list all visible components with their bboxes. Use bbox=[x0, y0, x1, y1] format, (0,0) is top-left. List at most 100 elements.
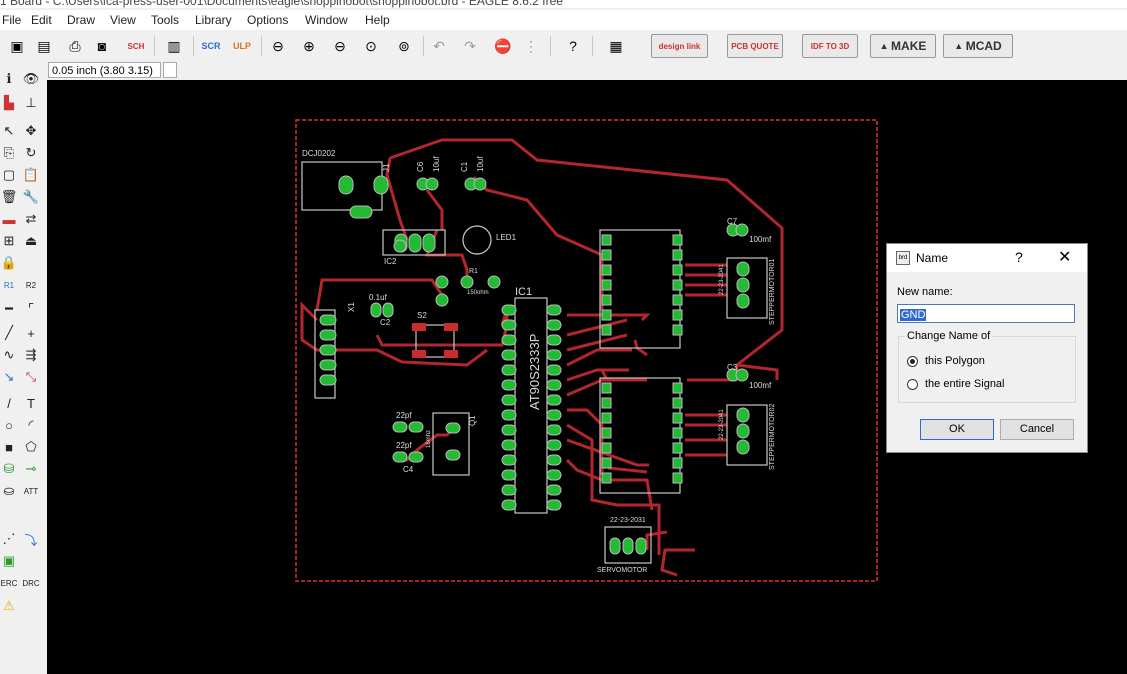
circle-icon[interactable]: ○ bbox=[0, 416, 18, 434]
cam-icon[interactable]: ◙ bbox=[91, 35, 113, 57]
via-icon[interactable]: ⛁ bbox=[0, 460, 18, 478]
label-c4-value: 22pf bbox=[396, 441, 412, 450]
replace-icon[interactable]: ⊞ bbox=[0, 232, 18, 250]
this-polygon-radio[interactable] bbox=[907, 356, 918, 367]
erc-icon[interactable]: ERC bbox=[0, 574, 18, 592]
attribute-icon[interactable]: ATT bbox=[22, 482, 40, 500]
display-icon[interactable]: ▙ bbox=[0, 94, 18, 112]
mcad-button[interactable]: ▲ MCAD bbox=[943, 34, 1013, 58]
rectangle-icon[interactable]: ■ bbox=[0, 438, 18, 456]
name-icon[interactable]: R1 bbox=[0, 276, 18, 294]
move-icon[interactable]: ✥ bbox=[22, 122, 40, 140]
line-icon[interactable]: / bbox=[0, 394, 18, 412]
q1-outline bbox=[432, 412, 470, 476]
label-c3-value: 100mf bbox=[749, 381, 772, 390]
dialog-help-button[interactable]: ? bbox=[1015, 249, 1023, 265]
zoom-previous-icon[interactable]: ⊚ bbox=[393, 35, 415, 57]
menu-view[interactable]: View bbox=[110, 13, 136, 27]
menu-options[interactable]: Options bbox=[247, 13, 288, 27]
select-icon[interactable]: ↖ bbox=[0, 122, 18, 140]
schematic-switch-icon[interactable]: SCH bbox=[125, 35, 147, 57]
mark-icon[interactable]: ⊥ bbox=[22, 94, 40, 112]
new-name-input[interactable]: GND bbox=[897, 304, 1075, 323]
traces bbox=[300, 138, 784, 577]
entire-signal-radio[interactable] bbox=[907, 379, 918, 390]
lock-icon[interactable]: ⏏ bbox=[22, 232, 40, 250]
menu-window[interactable]: Window bbox=[305, 13, 348, 27]
optimize-icon[interactable]: + bbox=[22, 324, 40, 342]
board-icon[interactable]: ▣ bbox=[0, 552, 18, 570]
label-stepper-connector-1: 22-23-2041 bbox=[719, 264, 725, 295]
label-servo-connector: 22-23-2031 bbox=[610, 517, 646, 524]
ulp-icon[interactable]: ULP bbox=[231, 35, 253, 57]
layer-settings-icon[interactable]: ▥ bbox=[163, 35, 185, 57]
group-icon[interactable]: ▢ bbox=[0, 166, 18, 184]
print-icon[interactable]: ⎙ bbox=[64, 35, 86, 57]
undo-icon[interactable]: ↶ bbox=[428, 35, 450, 57]
grid-settings-icon[interactable]: ▣ bbox=[6, 35, 28, 57]
label-q1: Q1 bbox=[468, 415, 477, 426]
delete-icon[interactable]: 🗑 bbox=[0, 188, 18, 206]
menu-library[interactable]: Library bbox=[195, 13, 232, 27]
idf-to-3d-button[interactable]: IDF TO 3D bbox=[802, 34, 858, 58]
autoroute-icon[interactable]: ⤡ bbox=[22, 368, 40, 386]
drc-icon[interactable]: DRC bbox=[22, 574, 40, 592]
arc-icon[interactable]: ⌜ bbox=[22, 300, 40, 318]
go-icon[interactable]: ⋮ bbox=[520, 35, 542, 57]
redo-icon[interactable]: ↷ bbox=[459, 35, 481, 57]
zoom-fit-icon[interactable]: ⊖ bbox=[267, 35, 289, 57]
menu-edit[interactable]: Edit bbox=[31, 13, 52, 27]
menu-tools[interactable]: Tools bbox=[151, 13, 179, 27]
ok-button[interactable]: OK bbox=[920, 419, 994, 440]
change-icon[interactable]: ⇄ bbox=[22, 210, 40, 228]
zoom-in-icon[interactable]: ⊕ bbox=[298, 35, 320, 57]
route-icon[interactable]: ⇶ bbox=[22, 346, 40, 364]
pcb-quote-button[interactable]: PCB QUOTE bbox=[727, 34, 783, 58]
meander-icon[interactable]: ∿ bbox=[0, 346, 18, 364]
help-icon[interactable]: ? bbox=[562, 35, 584, 57]
this-polygon-label: this Polygon bbox=[925, 355, 985, 367]
smd-pads bbox=[412, 323, 458, 358]
wrench-icon[interactable]: 🔧 bbox=[22, 188, 40, 206]
rotate-icon[interactable]: ↻ bbox=[22, 144, 40, 162]
ripup-icon[interactable]: ↘ bbox=[0, 368, 18, 386]
wire-icon[interactable]: ━ bbox=[0, 300, 18, 318]
label-q1-value: 16mhz bbox=[426, 430, 432, 448]
dialog-close-button[interactable]: ✕ bbox=[1058, 247, 1071, 267]
info-icon[interactable]: ℹ bbox=[0, 70, 18, 88]
ratsnest-icon[interactable]: ⤵ bbox=[22, 530, 40, 548]
label-c4: C4 bbox=[403, 465, 414, 474]
menu-help[interactable]: Help bbox=[365, 13, 390, 27]
show-icon[interactable]: 👁 bbox=[22, 70, 40, 88]
signal-icon[interactable]: ⊸ bbox=[22, 460, 40, 478]
hole-icon[interactable]: ⛀ bbox=[0, 482, 18, 500]
arc-draw-icon[interactable]: ◜ bbox=[22, 416, 40, 434]
command-input[interactable] bbox=[163, 62, 177, 78]
entire-signal-label: the entire Signal bbox=[925, 378, 1005, 390]
dimension-icon[interactable]: ⋰ bbox=[0, 530, 18, 548]
grid-icon[interactable]: ▦ bbox=[605, 35, 627, 57]
menu-draw[interactable]: Draw bbox=[67, 13, 95, 27]
copy-icon[interactable]: ⎘ bbox=[0, 144, 18, 162]
stop-icon[interactable]: ⛔ bbox=[492, 35, 514, 57]
save-icon[interactable]: ▤ bbox=[33, 35, 55, 57]
window-title: 1 Board - C:\Users\fca-press-user-001\Do… bbox=[0, 0, 563, 8]
add-icon[interactable]: ▬ bbox=[0, 210, 18, 228]
smash-icon[interactable]: 🔒 bbox=[0, 254, 18, 272]
zoom-out-icon[interactable]: ⊖ bbox=[329, 35, 351, 57]
polygon-icon[interactable]: ⬠ bbox=[22, 438, 40, 456]
make-button[interactable]: ▲ MAKE bbox=[870, 34, 936, 58]
value-icon[interactable]: R2 bbox=[22, 276, 40, 294]
split-icon[interactable]: ╱ bbox=[0, 324, 18, 342]
label-c6-value: 10uf bbox=[432, 156, 441, 172]
main-toolbar: ▣ ▤ ⎙ ◙ SCH ▥ SCR ULP ⊖ ⊕ ⊖ ⊙ ⊚ ↶ ↷ ⛔ ⋮ … bbox=[0, 32, 1127, 61]
paste-icon[interactable]: 📋 bbox=[22, 166, 40, 184]
label-c1: C1 bbox=[460, 161, 469, 172]
script-icon[interactable]: SCR bbox=[200, 35, 222, 57]
zoom-select-icon[interactable]: ⊙ bbox=[360, 35, 382, 57]
design-link-button[interactable]: design link bbox=[651, 34, 708, 58]
text-icon[interactable]: T bbox=[22, 394, 40, 412]
menu-file[interactable]: File bbox=[2, 13, 21, 27]
cancel-button[interactable]: Cancel bbox=[1000, 419, 1074, 440]
warning-icon[interactable]: ⚠ bbox=[0, 597, 18, 615]
